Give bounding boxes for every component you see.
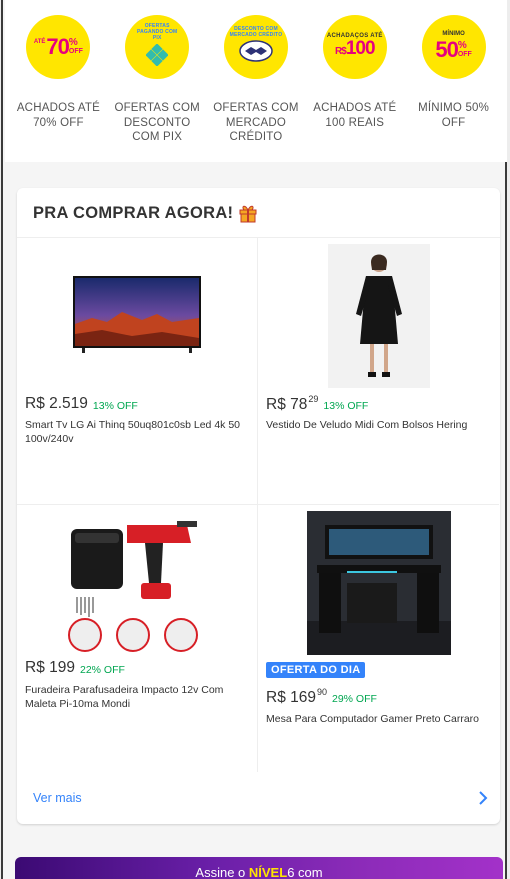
badge-off: OFF xyxy=(457,51,472,58)
category-badge-100: ACHADAÇOS ATÉ R$100 xyxy=(322,15,387,79)
badge-prefix: ATÉ xyxy=(33,39,46,45)
product-image-drill xyxy=(67,513,207,653)
category-label: Ofertas com Mercado Crédito xyxy=(213,102,299,143)
buy-now-card: PRA COMPRAR AGORA! R$ 2.519 13% OFF Smar… xyxy=(17,188,500,824)
category-badge-pix: OFERTAS PAGANDO COM PIX xyxy=(125,15,190,79)
category-label: Mínimo 50% off xyxy=(418,102,490,129)
product-price: R$ 7829 xyxy=(266,394,319,414)
category-achados-70[interactable]: ATÉ 70 % OFF Achados até 70% off xyxy=(10,0,106,162)
badge-tagline: DESCONTO COM MERCADO CRÉDITO xyxy=(229,26,283,38)
product-card[interactable]: R$ 199 22% OFF Furadeira Parafusadeira I… xyxy=(17,505,258,772)
product-price: R$ 16990 xyxy=(266,687,327,707)
product-image-dress xyxy=(327,244,430,388)
price-value: R$ 199 xyxy=(25,659,75,676)
badge-number: 100 xyxy=(345,37,376,59)
price-cents: 29 xyxy=(308,394,319,404)
category-label: Achados até 70% off xyxy=(16,102,100,129)
product-image-desk xyxy=(306,511,451,655)
category-badge-70: ATÉ 70 % OFF xyxy=(26,15,91,79)
price-value: R$ 78 xyxy=(266,396,308,414)
product-title: Vestido De Veludo Midi Com Bolsos Hering xyxy=(266,419,468,431)
category-pix[interactable]: OFERTAS PAGANDO COM PIX Ofertas com desc… xyxy=(109,0,205,162)
promo-prefix: Assine o xyxy=(195,865,249,879)
page-frame: ATÉ 70 % OFF Achados até 70% off OFERTAS … xyxy=(1,0,507,879)
product-grid: R$ 2.519 13% OFF Smart Tv LG Ai Thinq 50… xyxy=(17,237,500,772)
category-label: Achados até 100 reais xyxy=(313,102,397,129)
product-discount: 13% OFF xyxy=(92,400,138,412)
badge-pct: % xyxy=(457,40,467,51)
product-discount: 22% OFF xyxy=(79,664,125,676)
category-mercado-credito[interactable]: DESCONTO COM MERCADO CRÉDITO Ofertas com… xyxy=(208,0,304,162)
product-price: R$ 199 xyxy=(25,659,75,677)
badge-currency: R$ xyxy=(335,45,347,57)
gift-icon xyxy=(239,205,257,223)
section-title: PRA COMPRAR AGORA! xyxy=(33,203,257,223)
handshake-icon xyxy=(239,40,273,62)
deal-of-the-day-badge: OFERTA DO DIA xyxy=(266,662,366,678)
section-title-text: PRA COMPRAR AGORA! xyxy=(33,203,234,222)
category-achados-100[interactable]: ACHADAÇOS ATÉ R$100 Achados até 100 reai… xyxy=(307,0,403,162)
badge-tagline: OFERTAS PAGANDO COM PIX xyxy=(136,22,178,41)
see-more-link[interactable]: Ver mais xyxy=(33,791,82,805)
badge-off: OFF xyxy=(68,48,83,55)
nivel6-promo-banner[interactable]: Assine o NÍVEL6 com xyxy=(15,857,503,879)
badge-number: 70 xyxy=(46,34,70,59)
chevron-right-icon[interactable] xyxy=(478,791,488,805)
pix-icon xyxy=(146,43,169,66)
product-title: Mesa Para Computador Gamer Preto Carraro xyxy=(266,713,479,725)
category-shortcuts: ATÉ 70 % OFF Achados até 70% off OFERTAS … xyxy=(5,0,507,162)
product-discount: 13% OFF xyxy=(323,400,369,412)
category-label: Ofertas com desconto com Pix xyxy=(114,102,200,143)
product-title: Smart Tv LG Ai Thinq 50uq801c0sb Led 4k … xyxy=(25,419,240,445)
price-value: R$ 169 xyxy=(266,689,316,707)
product-card[interactable]: R$ 2.519 13% OFF Smart Tv LG Ai Thinq 50… xyxy=(17,238,258,505)
product-title: Furadeira Parafusadeira Impacto 12v Com … xyxy=(25,684,224,710)
badge-number: 50 xyxy=(435,37,459,62)
category-badge-credito: DESCONTO COM MERCADO CRÉDITO xyxy=(223,15,288,79)
price-cents: 90 xyxy=(316,687,327,697)
promo-suffix: 6 com xyxy=(287,865,323,879)
badge-pct: % xyxy=(68,37,78,48)
product-discount: 29% OFF xyxy=(332,693,377,705)
product-card[interactable]: OFERTA DO DIA R$ 16990 29% OFF Mesa Para… xyxy=(258,505,499,772)
product-price: R$ 2.519 xyxy=(25,395,88,413)
price-value: R$ 2.519 xyxy=(25,395,88,412)
product-image-tv xyxy=(73,276,201,353)
product-card[interactable]: R$ 7829 13% OFF Vestido De Veludo Midi C… xyxy=(258,238,499,505)
category-badge-50: MÍNIMO 50 % OFF xyxy=(421,15,486,79)
category-minimo-50[interactable]: MÍNIMO 50 % OFF Mínimo 50% off xyxy=(406,0,502,162)
promo-brand: NÍVEL xyxy=(248,865,288,879)
